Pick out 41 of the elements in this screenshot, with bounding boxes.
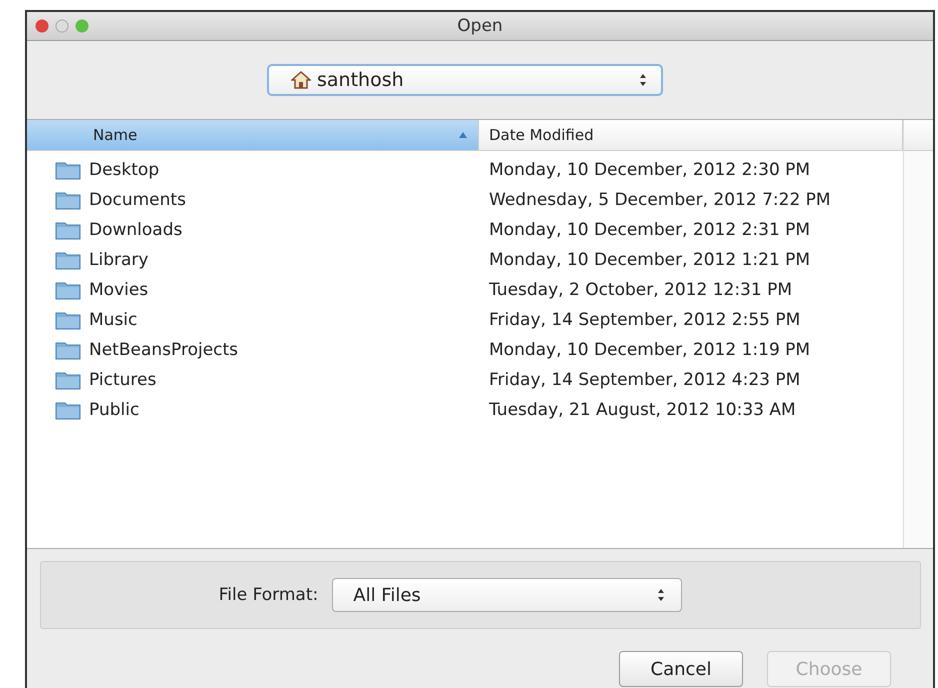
date-modified: Tuesday, 21 August, 2012 10:33 AM [488, 400, 797, 420]
file-name[interactable]: NetBeansProjects [89, 340, 238, 360]
sort-ascending-icon [458, 131, 468, 139]
date-modified: Friday, 14 September, 2012 2:55 PM [488, 310, 802, 330]
home-icon [291, 71, 311, 89]
folder-icon [55, 370, 81, 390]
stepper-icon [657, 588, 666, 602]
file-name[interactable]: Documents [89, 190, 186, 210]
location-dropdown[interactable]: santhosh [267, 64, 663, 96]
file-name[interactable]: Pictures [89, 370, 156, 390]
minimize-icon[interactable] [55, 19, 69, 33]
date-modified: Friday, 14 September, 2012 4:23 PM [488, 370, 802, 390]
file-name[interactable]: Desktop [89, 160, 160, 180]
zoom-icon[interactable] [75, 19, 89, 33]
file-name[interactable]: Library [89, 250, 148, 270]
column-header[interactable]: Date Modified [479, 120, 903, 150]
date-modified: Monday, 10 December, 2012 2:30 PM [488, 160, 812, 180]
file-name[interactable]: Downloads [89, 220, 182, 240]
date-modified: Wednesday, 5 December, 2012 7:22 PM [488, 190, 832, 210]
date-modified: Monday, 10 December, 2012 1:19 PM [488, 340, 812, 360]
date-modified: Monday, 10 December, 2012 1:21 PM [488, 250, 812, 270]
folder-icon [55, 400, 81, 420]
folder-icon [55, 190, 81, 210]
column-header[interactable]: Name [27, 120, 479, 150]
folder-icon [55, 160, 81, 180]
date-modified: Tuesday, 2 October, 2012 12:31 PM [488, 280, 794, 300]
dialog-button[interactable]: Cancel [619, 651, 743, 687]
folder-icon [55, 280, 81, 300]
file-name[interactable]: Movies [89, 280, 148, 300]
file-format-label: File Format: [218, 585, 318, 605]
window-title: Open [457, 16, 503, 36]
file-format-dropdown[interactable]: All Files [332, 578, 682, 612]
folder-icon [55, 220, 81, 240]
file-name[interactable]: Public [89, 400, 140, 420]
date-modified: Monday, 10 December, 2012 2:31 PM [488, 220, 812, 240]
folder-icon [55, 310, 81, 330]
stepper-icon [639, 73, 647, 87]
folder-icon [55, 340, 81, 360]
close-icon[interactable] [35, 19, 49, 33]
file-name[interactable]: Music [89, 310, 138, 330]
folder-icon [55, 250, 81, 270]
